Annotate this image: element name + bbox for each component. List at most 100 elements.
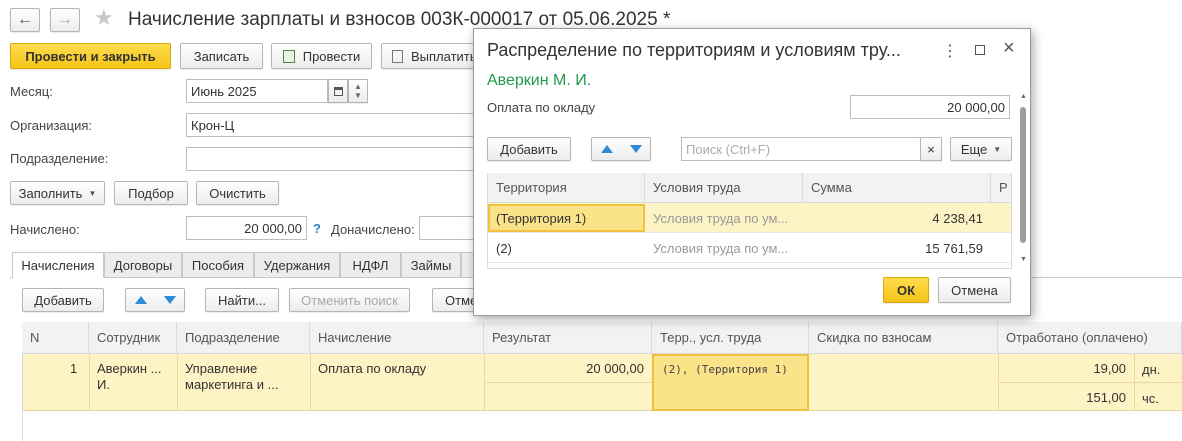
fill-button[interactable]: Заполнить ▼: [10, 181, 105, 205]
col-header-department[interactable]: Подразделение: [177, 322, 310, 354]
department-label: Подразделение:: [10, 151, 109, 166]
row-department-line1: Управление: [185, 361, 258, 376]
star-favorite-icon[interactable]: ★: [94, 5, 114, 31]
help-link[interactable]: ?: [313, 221, 321, 236]
dialog-move-up-icon[interactable]: [600, 145, 613, 153]
dialog-row2-conditions: Условия труда по ум...: [653, 241, 789, 256]
extra-accrued-label: Доначислено:: [331, 222, 415, 237]
dialog-row2-amount: 15 761,59: [925, 241, 983, 256]
table-add-button[interactable]: Добавить: [22, 288, 104, 312]
dialog-row1-conditions: Условия труда по ум...: [653, 211, 789, 226]
dialog-accrual-value: 20 000,00: [947, 99, 1005, 115]
accrued-value: 20 000,00: [244, 220, 302, 236]
month-value: Июнь 2025: [191, 83, 257, 99]
pick-button[interactable]: Подбор: [114, 181, 188, 205]
month-label: Месяц:: [10, 84, 53, 99]
maximize-icon[interactable]: [975, 45, 985, 55]
stepper-up-icon: ▲: [354, 82, 362, 91]
dialog-add-button[interactable]: Добавить: [487, 137, 571, 161]
tab-contracts[interactable]: Договоры: [104, 252, 182, 277]
fill-button-label: Заполнить: [18, 185, 83, 201]
row-territory-value: (2), (Территория 1): [662, 363, 788, 376]
dialog-employee-name[interactable]: Аверкин М. И.: [487, 72, 591, 90]
dialog-more-button[interactable]: Еще ▼: [950, 137, 1012, 161]
dialog-search-placeholder: Поиск (Ctrl+F): [686, 141, 771, 157]
row-worked-days: 19,00: [1093, 361, 1126, 376]
dialog-more-label: Еще: [960, 141, 988, 157]
dialog-move-down-icon[interactable]: [629, 145, 642, 153]
col-header-employee[interactable]: Сотрудник: [89, 322, 177, 354]
dialog-move-group: [591, 137, 651, 161]
pay-button-label: Выплатить: [411, 48, 477, 64]
dialog-row2-territory: (2): [496, 241, 512, 256]
post-button[interactable]: Провести: [271, 43, 372, 69]
row-hours-unit: чс.: [1142, 391, 1159, 406]
dialog-col-extra[interactable]: Р: [991, 173, 1011, 203]
row-col-dividers: [89, 354, 90, 411]
month-stepper[interactable]: ▲ ▼: [348, 79, 368, 103]
tab-loans[interactable]: Займы: [401, 252, 461, 277]
col-header-n[interactable]: N: [22, 322, 89, 354]
extra-accrued-field: [419, 216, 481, 240]
row-result: 20 000,00: [586, 361, 644, 376]
scroll-down-icon[interactable]: ▼: [1020, 256, 1027, 263]
dialog-ok-button[interactable]: ОК: [883, 277, 929, 303]
col-header-territory[interactable]: Терр., усл. труда: [652, 322, 809, 354]
month-field[interactable]: Июнь 2025: [186, 79, 328, 103]
move-up-icon[interactable]: [134, 296, 147, 304]
cancel-search-button[interactable]: Отменить поиск: [289, 288, 410, 312]
row-divider: [310, 354, 311, 411]
row-accrual: Оплата по окладу: [318, 361, 427, 376]
dialog-title: Распределение по территориям и условиям …: [487, 40, 901, 60]
dialog-search-clear-button[interactable]: ×: [920, 137, 942, 161]
col-header-worked[interactable]: Отработано (оплачено): [998, 322, 1182, 354]
col-header-discount[interactable]: Скидка по взносам: [809, 322, 998, 354]
row-territory-cell[interactable]: (2), (Территория 1): [652, 354, 809, 411]
more-icon[interactable]: ⋮: [942, 41, 958, 61]
row-employee-line1: Аверкин ...: [97, 361, 162, 376]
dialog-row1-amount: 4 238,41: [932, 211, 983, 226]
row-subdivider: [998, 382, 1182, 383]
pay-button[interactable]: Выплатить: [381, 43, 481, 69]
calendar-button[interactable]: [328, 79, 348, 103]
row-employee-line2: И.: [97, 377, 110, 392]
dialog-search-input[interactable]: Поиск (Ctrl+F): [681, 137, 921, 161]
tab-benefits[interactable]: Пособия: [182, 252, 254, 277]
accrued-label: Начислено:: [10, 222, 80, 237]
clear-button[interactable]: Очистить: [196, 181, 279, 205]
forward-button[interactable]: →: [50, 8, 80, 32]
organization-value: Крон-Ц: [191, 117, 235, 133]
distribution-dialog: Распределение по территориям и условиям …: [473, 28, 1031, 316]
dialog-col-conditions[interactable]: Условия труда: [645, 173, 803, 203]
move-down-icon[interactable]: [163, 296, 176, 304]
save-button[interactable]: Записать: [180, 43, 263, 69]
move-up-down-group: [125, 288, 185, 312]
dialog-col-territory[interactable]: Территория: [488, 173, 645, 203]
scroll-thumb[interactable]: [1020, 107, 1026, 243]
dialog-scrollbar[interactable]: ▲ ▼: [1020, 93, 1027, 269]
back-button[interactable]: ←: [10, 8, 40, 32]
stepper-down-icon: ▼: [354, 91, 362, 100]
scroll-up-icon[interactable]: ▲: [1020, 93, 1027, 100]
organization-field[interactable]: Крон-Ц: [186, 113, 481, 137]
dropdown-arrow-icon: ▼: [993, 144, 1002, 154]
dropdown-arrow-icon: ▼: [88, 188, 97, 198]
calendar-icon: [333, 86, 343, 96]
col-header-accrual[interactable]: Начисление: [310, 322, 484, 354]
dialog-cancel-button[interactable]: Отмена: [938, 277, 1011, 303]
close-icon[interactable]: ×: [1003, 37, 1015, 60]
accrued-field: 20 000,00: [186, 216, 307, 240]
arrow-right-icon: →: [57, 11, 73, 28]
row-subdivider: [484, 382, 652, 383]
tab-accruals[interactable]: Начисления: [12, 252, 104, 278]
dialog-accrual-field: 20 000,00: [850, 95, 1010, 119]
department-field[interactable]: [186, 147, 481, 171]
row-department-line2: маркетинга и ...: [185, 377, 279, 392]
find-button[interactable]: Найти...: [205, 288, 279, 312]
dialog-col-amount[interactable]: Сумма: [803, 173, 991, 203]
post-and-close-button[interactable]: Провести и закрыть: [10, 43, 171, 69]
tab-ndfl[interactable]: НДФЛ: [340, 252, 401, 277]
dialog-accrual-label: Оплата по окладу: [487, 100, 596, 115]
col-header-result[interactable]: Результат: [484, 322, 652, 354]
tab-deductions[interactable]: Удержания: [254, 252, 340, 277]
